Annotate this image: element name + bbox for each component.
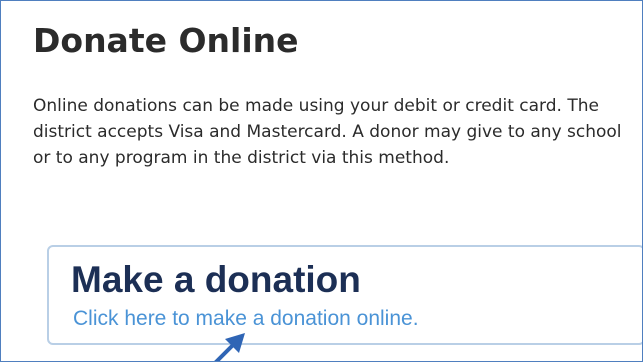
arrow-icon [214,333,245,361]
donate-online-panel: Donate Online Online donations can be ma… [0,0,643,362]
donate-online-link[interactable]: Click here to make a donation online. [73,305,419,333]
make-donation-button[interactable]: Make a donation Click here to make a don… [47,245,642,345]
make-donation-title[interactable]: Make a donation [71,257,361,303]
page-title: Donate Online [33,21,299,60]
donation-description: Online donations can be made using your … [33,96,622,168]
